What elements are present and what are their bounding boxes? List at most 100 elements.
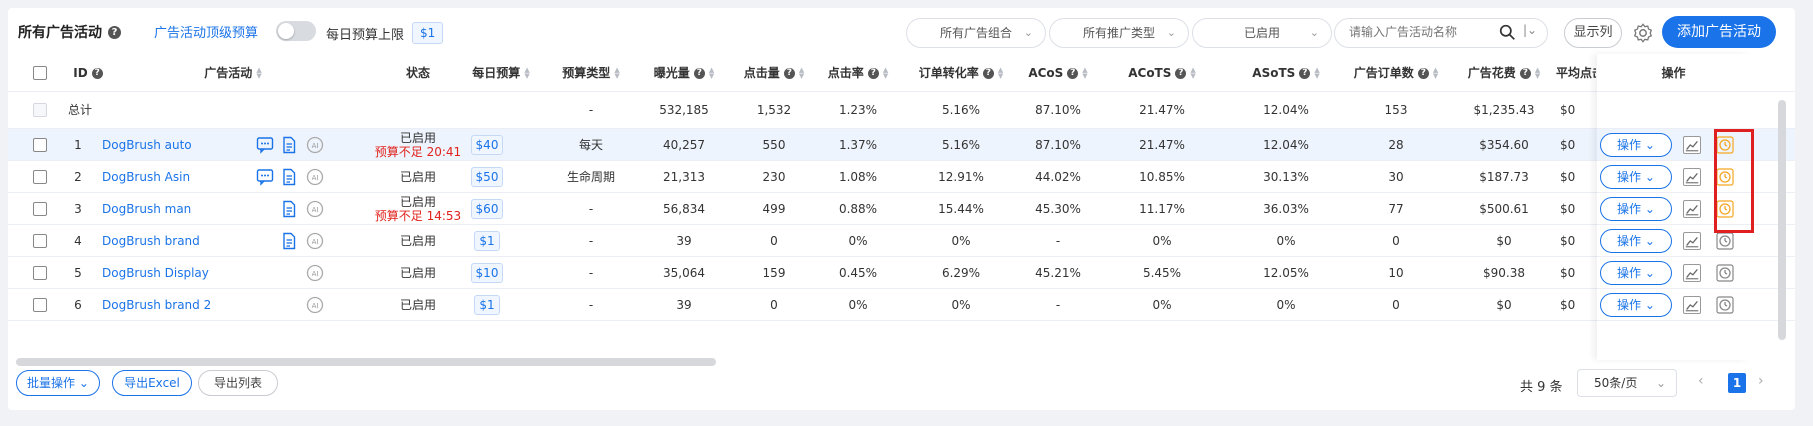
next-page-button[interactable]: ›	[1758, 373, 1764, 389]
sort-icon[interactable]: ▲ ▼	[1535, 67, 1540, 80]
col-acos[interactable]: ACoS? ▲ ▼	[1016, 54, 1100, 92]
help-icon[interactable]: ?	[91, 67, 103, 79]
vertical-scrollbar[interactable]	[1778, 100, 1786, 340]
budget-tag[interactable]: $40	[470, 135, 504, 155]
campaign-name-link[interactable]: DogBrush brand	[102, 225, 242, 257]
gear-icon[interactable]	[1632, 22, 1654, 44]
budget-cap-toggle[interactable]	[276, 21, 316, 41]
filter-groups-select[interactable]: 所有广告组合 ⌄	[906, 18, 1046, 48]
help-icon[interactable]: ?	[867, 67, 879, 79]
filter-status-select[interactable]: 已启用 ⌄	[1192, 18, 1332, 48]
ai-icon[interactable]: AI	[306, 232, 324, 250]
chart-icon[interactable]	[1683, 136, 1701, 154]
col-acots[interactable]: ACoTS? ▲ ▼	[1114, 54, 1210, 92]
help-icon[interactable]: ?	[982, 67, 994, 79]
sort-icon[interactable]: ▲ ▼	[1082, 67, 1087, 80]
campaign-name-link[interactable]: DogBrush man	[102, 193, 242, 225]
col-asots[interactable]: ASoTS? ▲ ▼	[1234, 54, 1338, 92]
sort-icon[interactable]: ▲ ▼	[799, 67, 804, 80]
export-list-button[interactable]: 导出列表	[198, 370, 278, 396]
filter-types-select[interactable]: 所有推广类型 ⌄	[1049, 18, 1189, 48]
campaign-name-link[interactable]: DogBrush brand 2	[102, 289, 242, 321]
ai-icon[interactable]: AI	[306, 136, 324, 154]
chart-icon[interactable]	[1683, 200, 1701, 218]
budget-tag[interactable]: $1	[474, 295, 500, 315]
table-row[interactable]: 1 DogBrush auto AI 已启用 预算不足 20:41 $40 每天 40,257…	[8, 129, 1795, 161]
table-row[interactable]: 3 DogBrush man AI 已启用 预算不足 14:53 $60-56,834 49…	[8, 193, 1795, 225]
page-size-select[interactable]: 50条/页 ⌄	[1577, 369, 1677, 397]
col-cpc[interactable]: 平均点击	[1556, 54, 1596, 92]
sort-icon[interactable]: ▲ ▼	[1190, 67, 1195, 80]
search-icon[interactable]	[1499, 24, 1516, 41]
help-icon[interactable]: ?	[1067, 67, 1079, 79]
help-icon[interactable]: ?	[693, 67, 705, 79]
row-checkbox[interactable]	[33, 234, 47, 248]
row-action-button[interactable]: 操作 ⌄	[1600, 165, 1672, 189]
ai-icon[interactable]: AI	[306, 200, 324, 218]
col-clicks[interactable]: 点击量? ▲ ▼	[726, 54, 822, 92]
col-impressions[interactable]: 曝光量? ▲ ▼	[636, 54, 732, 92]
budget-tag[interactable]: $10	[470, 263, 504, 283]
row-action-button[interactable]: 操作 ⌄	[1600, 293, 1672, 317]
chart-icon[interactable]	[1683, 264, 1701, 282]
sort-icon[interactable]: ▲ ▼	[524, 67, 529, 80]
table-row[interactable]: 5 DogBrush Display AI 已启用 $10 - 35,064 159 0.45%…	[8, 257, 1795, 289]
bulk-action-button[interactable]: 批量操作 ⌄	[16, 370, 100, 396]
col-ctr[interactable]: 点击率? ▲ ▼	[816, 54, 900, 92]
show-columns-button[interactable]: 显示列	[1564, 18, 1622, 48]
help-icon[interactable]: ?	[1417, 67, 1429, 79]
sort-icon[interactable]: ▲ ▼	[1433, 67, 1438, 80]
row-checkbox[interactable]	[33, 266, 47, 280]
help-icon[interactable]: ?	[1299, 67, 1311, 79]
comment-icon[interactable]	[256, 168, 274, 186]
ai-icon[interactable]: AI	[306, 296, 324, 314]
chart-icon[interactable]	[1683, 296, 1701, 314]
row-action-button[interactable]: 操作 ⌄	[1600, 261, 1672, 285]
col-cvr[interactable]: 订单转化率? ▲ ▼	[906, 54, 1016, 92]
help-icon[interactable]: ?	[1519, 67, 1531, 79]
col-id[interactable]: ID?	[68, 54, 108, 92]
chart-icon[interactable]	[1683, 168, 1701, 186]
col-orders[interactable]: 广告订单数? ▲ ▼	[1342, 54, 1450, 92]
ai-icon[interactable]: AI	[306, 168, 324, 186]
prev-page-button[interactable]: ‹	[1698, 373, 1704, 389]
campaign-name-link[interactable]: DogBrush Asin	[102, 161, 242, 193]
search-dropdown-icon[interactable]: |⌄	[1523, 23, 1537, 37]
document-icon[interactable]	[280, 232, 298, 250]
col-spend[interactable]: 广告花费? ▲ ▼	[1454, 54, 1554, 92]
campaign-name-link[interactable]: DogBrush auto	[102, 129, 242, 161]
document-icon[interactable]	[280, 136, 298, 154]
help-icon[interactable]: ?	[108, 25, 121, 39]
sort-icon[interactable]: ▲ ▼	[998, 67, 1003, 80]
export-excel-button[interactable]: 导出Excel	[112, 370, 192, 396]
daily-cap-value[interactable]: $1	[412, 22, 444, 44]
sort-icon[interactable]: ▲ ▼	[709, 67, 714, 80]
schedule-icon[interactable]	[1716, 264, 1734, 282]
chart-icon[interactable]	[1683, 232, 1701, 250]
table-row[interactable]: 2 DogBrush Asin AI 已启用 $50 生命周期 21,313 230 1.08%…	[8, 161, 1795, 193]
row-action-button[interactable]: 操作 ⌄	[1600, 197, 1672, 221]
sort-icon[interactable]: ▲ ▼	[614, 67, 619, 80]
table-row[interactable]: 4 DogBrush brand AI 已启用 $1 - 39 0 0% 0% - 0% 0% 0 $0 $0	[8, 225, 1795, 257]
campaign-name-link[interactable]: DogBrush Display	[102, 257, 242, 289]
current-page[interactable]: 1	[1728, 373, 1746, 393]
ai-icon[interactable]: AI	[306, 264, 324, 282]
search-input[interactable]	[1349, 25, 1489, 39]
row-checkbox[interactable]	[33, 138, 47, 152]
help-icon[interactable]: ?	[1175, 67, 1187, 79]
sort-icon[interactable]: ▲ ▼	[256, 67, 261, 80]
sort-icon[interactable]: ▲ ▼	[883, 67, 888, 80]
select-all-checkbox[interactable]	[33, 66, 47, 80]
col-budget[interactable]: 每日预算 ▲ ▼	[460, 54, 542, 92]
sort-icon[interactable]: ▲ ▼	[1314, 67, 1319, 80]
col-campaign[interactable]: 广告活动 ▲ ▼	[168, 54, 298, 92]
col-budget-type[interactable]: 预算类型 ▲ ▼	[548, 54, 634, 92]
schedule-icon[interactable]	[1716, 232, 1734, 250]
add-campaign-button[interactable]: 添加广告活动	[1662, 16, 1776, 48]
budget-cap-link[interactable]: 广告活动顶级预算	[154, 22, 258, 41]
budget-tag[interactable]: $1	[474, 231, 500, 251]
row-action-button[interactable]: 操作 ⌄	[1600, 133, 1672, 157]
document-icon[interactable]	[280, 200, 298, 218]
budget-tag[interactable]: $60	[470, 199, 504, 219]
comment-icon[interactable]	[256, 136, 274, 154]
